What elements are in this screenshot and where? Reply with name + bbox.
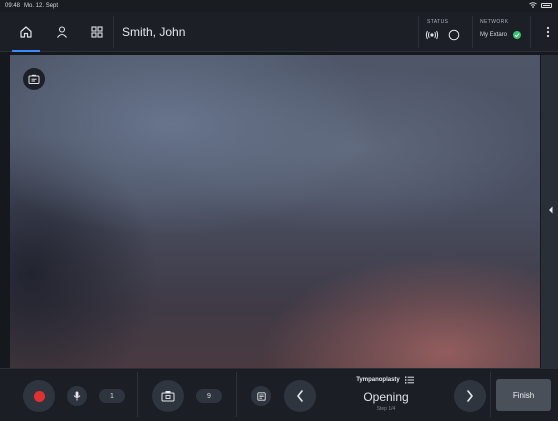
divider xyxy=(236,372,237,417)
clock: 09:48 xyxy=(5,3,21,9)
camera-icon xyxy=(161,391,175,402)
system-indicators xyxy=(529,2,552,8)
network-ok-icon xyxy=(513,31,521,39)
network-label: NETWORK xyxy=(480,19,509,25)
system-status-bar: 09:48 Mo. 12. Sept xyxy=(0,0,558,12)
capture-settings-button[interactable] xyxy=(23,68,45,90)
divider xyxy=(472,16,473,48)
divider xyxy=(137,372,138,417)
note-icon xyxy=(256,391,266,401)
procedure-step-name: Opening xyxy=(363,390,409,404)
connection-status-icon[interactable] xyxy=(425,30,439,40)
microphone-button[interactable] xyxy=(67,386,87,406)
chevron-right-icon xyxy=(467,390,473,402)
chevron-left-icon[interactable] xyxy=(548,206,554,214)
date: Mo. 12. Sept xyxy=(24,3,59,9)
chevron-left-icon xyxy=(297,390,303,402)
previous-step-button[interactable] xyxy=(284,380,316,412)
home-icon xyxy=(20,26,32,38)
record-icon xyxy=(33,390,45,402)
next-step-button[interactable] xyxy=(454,380,486,412)
divider xyxy=(530,16,531,48)
more-menu-button[interactable] xyxy=(538,12,558,52)
patient-name[interactable]: Smith, John xyxy=(122,25,185,39)
photo-count: 9 xyxy=(196,389,222,403)
finish-button[interactable]: Finish xyxy=(496,379,551,411)
camera-settings-icon xyxy=(28,74,40,84)
top-bar: Smith, John xyxy=(0,12,558,52)
kebab-menu-icon xyxy=(546,26,550,38)
capture-photo-button[interactable] xyxy=(152,380,184,412)
nav-home-button[interactable] xyxy=(12,12,40,52)
divider xyxy=(418,16,419,48)
grid-icon xyxy=(91,26,103,38)
battery-icon xyxy=(541,2,552,8)
live-video-view[interactable] xyxy=(10,55,540,368)
loading-ring-icon xyxy=(448,29,460,41)
divider xyxy=(490,372,491,417)
status-label: STATUS xyxy=(427,19,449,25)
procedure-step-count: Step 1/4 xyxy=(376,406,396,412)
network-name[interactable]: My Extaro xyxy=(480,32,507,38)
microphone-icon xyxy=(73,391,81,401)
divider xyxy=(113,16,114,48)
audio-clip-count: 1 xyxy=(99,389,125,403)
notes-button[interactable] xyxy=(251,386,271,406)
procedure-title: Tympanoplasty xyxy=(356,377,400,383)
wifi-icon xyxy=(529,2,537,8)
person-icon xyxy=(57,26,67,38)
procedure-list-icon[interactable] xyxy=(405,376,414,384)
nav-apps-button[interactable] xyxy=(83,12,111,52)
record-button[interactable] xyxy=(23,380,55,412)
nav-patient-button[interactable] xyxy=(48,12,76,52)
